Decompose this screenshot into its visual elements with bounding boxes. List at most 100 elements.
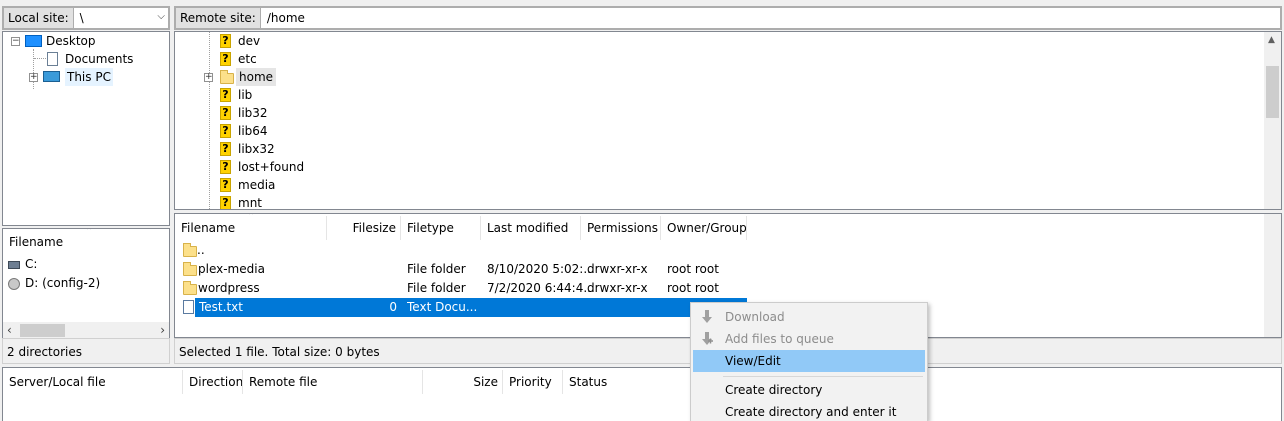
remote-tree-item-media[interactable]: media [238, 176, 275, 194]
scrollbar-thumb[interactable] [1266, 66, 1279, 118]
queue-column-status[interactable]: Status [563, 370, 683, 394]
collapse-icon[interactable]: − [11, 37, 20, 46]
local-list-hscrollbar[interactable]: ‹ › [3, 322, 169, 339]
folder-icon [183, 262, 197, 276]
local-site-bar: Local site: \ ⌵ [2, 6, 170, 30]
menu-item-create-directory-and-enter[interactable]: Create directory and enter it [693, 401, 925, 421]
remote-tree-item-dev[interactable]: dev [238, 32, 260, 50]
remote-site-path-input[interactable]: /home [260, 7, 1281, 29]
list-item[interactable]: D: (config-2) [25, 274, 100, 293]
scroll-up-icon[interactable]: ▲ [1268, 35, 1275, 45]
tree-item-label: This PC [67, 70, 111, 84]
expand-icon[interactable]: + [204, 73, 213, 82]
menu-item-label: Create directory and enter it [725, 405, 897, 419]
document-icon [47, 52, 58, 66]
text-file-icon [183, 300, 194, 314]
file-type: File folder [407, 262, 466, 276]
menu-item-label: Add files to queue [725, 332, 834, 346]
menu-separator [723, 376, 923, 377]
add-to-queue-icon [702, 332, 713, 345]
remote-tree-item-etc[interactable]: etc [238, 50, 257, 68]
queue-column-direction[interactable]: Direction [183, 370, 243, 394]
computer-icon [43, 71, 60, 82]
column-filesize[interactable]: Filesize [327, 216, 401, 240]
column-filename[interactable]: Filename [175, 216, 327, 240]
remote-tree-item-lib[interactable]: lib [238, 86, 252, 104]
drive-label: C: [25, 257, 38, 271]
remote-tree-item-libx32[interactable]: libx32 [238, 140, 275, 158]
file-name[interactable]: Test.txt [199, 298, 243, 317]
unknown-folder-icon: ? [220, 34, 231, 48]
scroll-right-icon[interactable]: › [160, 323, 165, 337]
list-item[interactable]: C: [25, 255, 37, 274]
chevron-down-icon[interactable]: ⌵ [157, 11, 165, 22]
unknown-folder-icon: ? [220, 196, 231, 209]
menu-item-create-directory[interactable]: Create directory [693, 379, 925, 401]
context-menu: Download Add files to queue View/Edit Cr… [690, 302, 928, 421]
unknown-folder-icon: ? [220, 106, 231, 120]
file-size: 0 [389, 300, 397, 314]
file-modified: 7/2/2020 6:44:4... [487, 281, 595, 295]
folder-icon [183, 243, 197, 257]
remote-tree-item-home[interactable]: home [236, 68, 277, 86]
local-site-path-input[interactable]: \ [73, 7, 169, 29]
local-tree-panel: − Desktop Documents + This PC [2, 31, 170, 226]
tree-item-label: lib [238, 88, 253, 102]
desktop-icon [25, 35, 42, 47]
transfer-queue: Server/Local file Direction Remote file … [2, 367, 1282, 421]
drive-icon [8, 261, 20, 269]
tree-item-label: Documents [65, 52, 134, 66]
tree-item-label: lost+found [238, 160, 305, 174]
file-name[interactable]: wordpress [198, 279, 260, 298]
remote-tree-scrollbar[interactable]: ▲ [1264, 32, 1281, 209]
file-permissions: drwxr-xr-x [587, 281, 648, 295]
queue-column-remote-file[interactable]: Remote file [243, 370, 423, 394]
remote-tree-item-lib64[interactable]: lib64 [238, 122, 268, 140]
drive-label: D: (config-2) [25, 276, 101, 290]
column-last-modified[interactable]: Last modified [481, 216, 581, 240]
unknown-folder-icon: ? [220, 124, 231, 138]
queue-column-size[interactable]: Size [423, 370, 503, 394]
unknown-folder-icon: ? [220, 178, 231, 192]
local-tree-item-documents[interactable]: Documents [65, 50, 133, 68]
remote-tree-item-lib32[interactable]: lib32 [238, 104, 268, 122]
remote-site-bar: Remote site: /home [174, 6, 1282, 30]
column-filetype[interactable]: Filetype [401, 216, 481, 240]
scrollbar-thumb[interactable] [20, 324, 65, 337]
remote-site-label: Remote site: [175, 7, 261, 29]
tree-item-label: home [239, 70, 274, 84]
local-tree-item-this-pc[interactable]: This PC [65, 68, 113, 86]
tree-item-label: Desktop [46, 34, 96, 48]
menu-item-download[interactable]: Download [693, 306, 925, 328]
unknown-folder-icon: ? [220, 52, 231, 66]
remote-tree-item-mnt[interactable]: mnt [238, 194, 262, 210]
menu-item-add-files-to-queue[interactable]: Add files to queue [693, 328, 925, 350]
expand-icon[interactable]: + [29, 73, 38, 82]
file-owner: root root [667, 262, 719, 276]
file-name[interactable]: plex-media [198, 260, 265, 279]
tree-guide [209, 32, 210, 209]
local-column-filename[interactable]: Filename [3, 230, 169, 254]
tree-item-label: dev [238, 34, 261, 48]
tree-item-label: lib32 [238, 106, 268, 120]
tree-item-label: mnt [238, 196, 262, 210]
menu-item-label: View/Edit [725, 354, 781, 368]
queue-column-server-local-file[interactable]: Server/Local file [3, 370, 183, 394]
file-type: File folder [407, 281, 466, 295]
menu-item-label: Create directory [725, 383, 823, 397]
menu-item-label: Download [725, 310, 785, 324]
column-owner-group[interactable]: Owner/Group [661, 216, 747, 240]
remote-tree-item-lost-found[interactable]: lost+found [238, 158, 304, 176]
scroll-left-icon[interactable]: ‹ [7, 323, 12, 337]
file-name: .. [197, 243, 205, 257]
folder-icon [183, 281, 197, 295]
local-tree-item-desktop[interactable]: Desktop [46, 32, 96, 50]
remote-list-scrollbar[interactable] [1264, 214, 1281, 337]
unknown-folder-icon: ? [220, 88, 231, 102]
table-row[interactable]: .. [197, 241, 337, 260]
queue-column-priority[interactable]: Priority [503, 370, 563, 394]
menu-item-view-edit[interactable]: View/Edit [693, 350, 925, 372]
file-permissions: drwxr-xr-x [587, 262, 648, 276]
unknown-folder-icon: ? [220, 142, 231, 156]
column-permissions[interactable]: Permissions [581, 216, 661, 240]
